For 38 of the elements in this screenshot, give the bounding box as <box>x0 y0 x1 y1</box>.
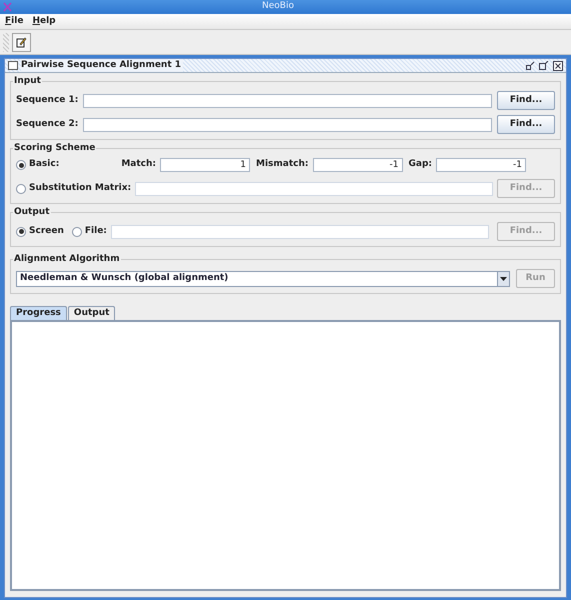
sequence-field[interactable] <box>83 94 492 108</box>
minimize-icon[interactable] <box>526 61 535 70</box>
tab[interactable]: Output <box>68 306 116 320</box>
group-title: Output <box>13 206 51 218</box>
new-document-button[interactable] <box>12 32 31 52</box>
window-title: NeoBio <box>262 0 294 14</box>
score-field[interactable]: -1 <box>312 158 402 172</box>
field-label: Match: <box>121 158 156 172</box>
radio-option[interactable]: File: <box>72 224 107 238</box>
app-icon <box>3 2 12 12</box>
find-button[interactable]: Find... <box>497 115 555 134</box>
dropdown-arrow-icon <box>500 276 507 280</box>
algorithm-dropdown[interactable]: Needleman & Wunsch (global alignment) <box>16 270 510 286</box>
field-label: Sequence 1: <box>16 94 78 107</box>
score-field[interactable]: 1 <box>160 158 250 172</box>
group-title: Alignment Algorithm <box>13 253 121 265</box>
matrix-field[interactable] <box>135 182 493 196</box>
radio-option[interactable]: Basic: <box>16 158 60 172</box>
file-field[interactable] <box>110 224 489 238</box>
frame-title: Pairwise Sequence Alignment 1 <box>21 58 184 72</box>
find-button[interactable]: Find... <box>497 91 555 110</box>
toolbar-grip <box>3 32 9 52</box>
field-label: Sequence 2: <box>16 118 78 131</box>
field-label: Gap: <box>408 158 432 172</box>
menu-item[interactable]: Help <box>32 14 56 28</box>
field-label: Mismatch: <box>256 158 308 172</box>
group-title: Input <box>13 75 42 87</box>
group-title: Scoring Scheme <box>13 142 96 154</box>
sequence-field[interactable] <box>83 118 492 132</box>
tab[interactable]: Progress <box>10 306 67 320</box>
maximize-icon[interactable] <box>539 61 549 70</box>
pencil-document-icon <box>16 36 27 48</box>
close-icon[interactable] <box>553 60 563 70</box>
frame-icon <box>8 61 18 70</box>
radio-option[interactable]: Screen <box>16 224 64 238</box>
menu-item[interactable]: File <box>5 14 24 28</box>
radio-option[interactable]: Substitution Matrix: <box>16 182 132 196</box>
score-field[interactable]: -1 <box>436 158 526 172</box>
